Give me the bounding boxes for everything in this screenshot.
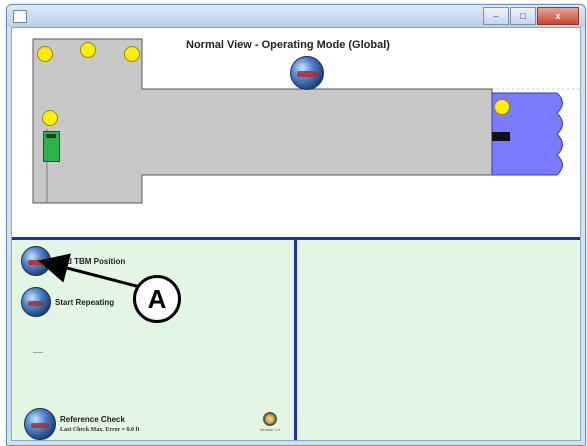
reference-check-button[interactable]: Reference Check Last Check Max. Error = … bbox=[24, 408, 140, 440]
separator bbox=[33, 352, 43, 353]
target-prism bbox=[492, 132, 510, 141]
title-bar[interactable]: – □ x bbox=[7, 5, 585, 27]
globe-icon bbox=[21, 246, 51, 276]
sensor-marker bbox=[124, 46, 140, 62]
reference-check-texts: Reference Check Last Check Max. Error = … bbox=[60, 415, 140, 433]
control-panel: Find TBM Position Start Repeating Refere… bbox=[12, 237, 580, 440]
view-title: Normal View - Operating Mode (Global) bbox=[186, 39, 390, 51]
globe-icon[interactable] bbox=[290, 56, 324, 90]
sensor-marker bbox=[80, 42, 96, 58]
emblem-icon bbox=[263, 412, 277, 426]
sensor-marker bbox=[37, 46, 53, 62]
secondary-panel bbox=[297, 240, 580, 440]
app-icon bbox=[13, 10, 27, 23]
minimize-button[interactable]: – bbox=[483, 7, 509, 25]
window-controls: – □ x bbox=[482, 7, 579, 25]
sensor-marker bbox=[494, 99, 510, 115]
reference-check-label: Reference Check bbox=[60, 415, 125, 424]
command-panel: Find TBM Position Start Repeating Refere… bbox=[12, 240, 294, 440]
version-text: Version 2.0 bbox=[259, 427, 280, 432]
find-tbm-position-button[interactable]: Find TBM Position bbox=[21, 246, 125, 276]
callout-label: A bbox=[133, 275, 181, 323]
find-tbm-position-label: Find TBM Position bbox=[55, 256, 126, 266]
globe-icon bbox=[24, 408, 56, 440]
close-button[interactable]: x bbox=[537, 7, 579, 25]
version-badge: Version 2.0 bbox=[257, 412, 283, 432]
sensor-marker bbox=[42, 110, 58, 126]
last-check-error: Last Check Max. Error = 0.0 ft bbox=[60, 427, 140, 433]
machine-view-pane: Normal View - Operating Mode (Global) bbox=[12, 28, 580, 237]
start-repeating-label: Start Repeating bbox=[55, 297, 115, 307]
globe-icon bbox=[21, 287, 51, 317]
tbm-shield-body bbox=[32, 38, 493, 204]
app-window: – □ x Normal View - Operating Mode (Glob… bbox=[6, 4, 586, 446]
client-area: Normal View - Operating Mode (Global) Fi… bbox=[11, 27, 581, 441]
station-module bbox=[43, 131, 60, 162]
maximize-button[interactable]: □ bbox=[510, 7, 536, 25]
start-repeating-button[interactable]: Start Repeating bbox=[21, 287, 114, 317]
